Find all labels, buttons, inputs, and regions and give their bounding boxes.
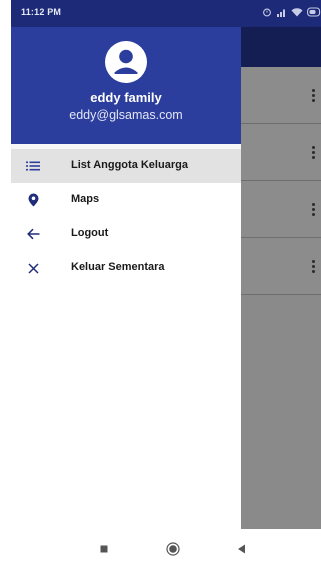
arrow-left-icon <box>25 226 41 242</box>
home-icon[interactable] <box>165 541 181 557</box>
list-icon <box>25 158 41 174</box>
status-bar: 11:12 PM <box>11 0 321 27</box>
back-icon[interactable] <box>233 541 249 557</box>
more-vert-icon[interactable] <box>312 203 316 217</box>
more-vert-icon[interactable] <box>312 89 316 103</box>
menu-item-keluar-sementara[interactable]: Keluar Sementara <box>11 251 241 285</box>
menu-item-label: Logout <box>71 227 109 239</box>
user-email: eddy@glsamas.com <box>69 108 183 122</box>
menu-item-maps[interactable]: Maps <box>11 183 241 217</box>
navigation-bar <box>11 529 321 569</box>
menu-item-label: Keluar Sementara <box>71 261 165 273</box>
more-vert-icon[interactable] <box>312 260 316 274</box>
more-vert-icon[interactable] <box>312 146 316 160</box>
menu-item-label: List Anggota Keluarga <box>71 159 188 171</box>
map-pin-icon <box>25 192 41 208</box>
signal-icon <box>276 7 287 17</box>
user-name: eddy family <box>90 90 162 105</box>
battery-icon <box>307 7 321 17</box>
close-icon <box>25 260 41 276</box>
device-screen: 11:12 PM eddy family eddy@glsamas.com Li… <box>11 0 321 569</box>
wifi-icon <box>291 7 303 17</box>
status-time: 11:12 PM <box>21 7 62 17</box>
recents-icon[interactable] <box>96 541 112 557</box>
drawer-header: eddy family eddy@glsamas.com <box>11 27 241 144</box>
menu-item-logout[interactable]: Logout <box>11 217 241 251</box>
drawer-menu: List Anggota Keluarga Maps Logout Keluar… <box>11 149 241 285</box>
menu-item-list-anggota-keluarga[interactable]: List Anggota Keluarga <box>11 149 241 183</box>
account-circle-icon <box>105 41 147 83</box>
menu-item-label: Maps <box>71 193 100 205</box>
navigation-drawer: eddy family eddy@glsamas.com List Anggot… <box>11 27 241 529</box>
alarm-icon <box>262 7 272 17</box>
status-icons <box>262 6 321 18</box>
